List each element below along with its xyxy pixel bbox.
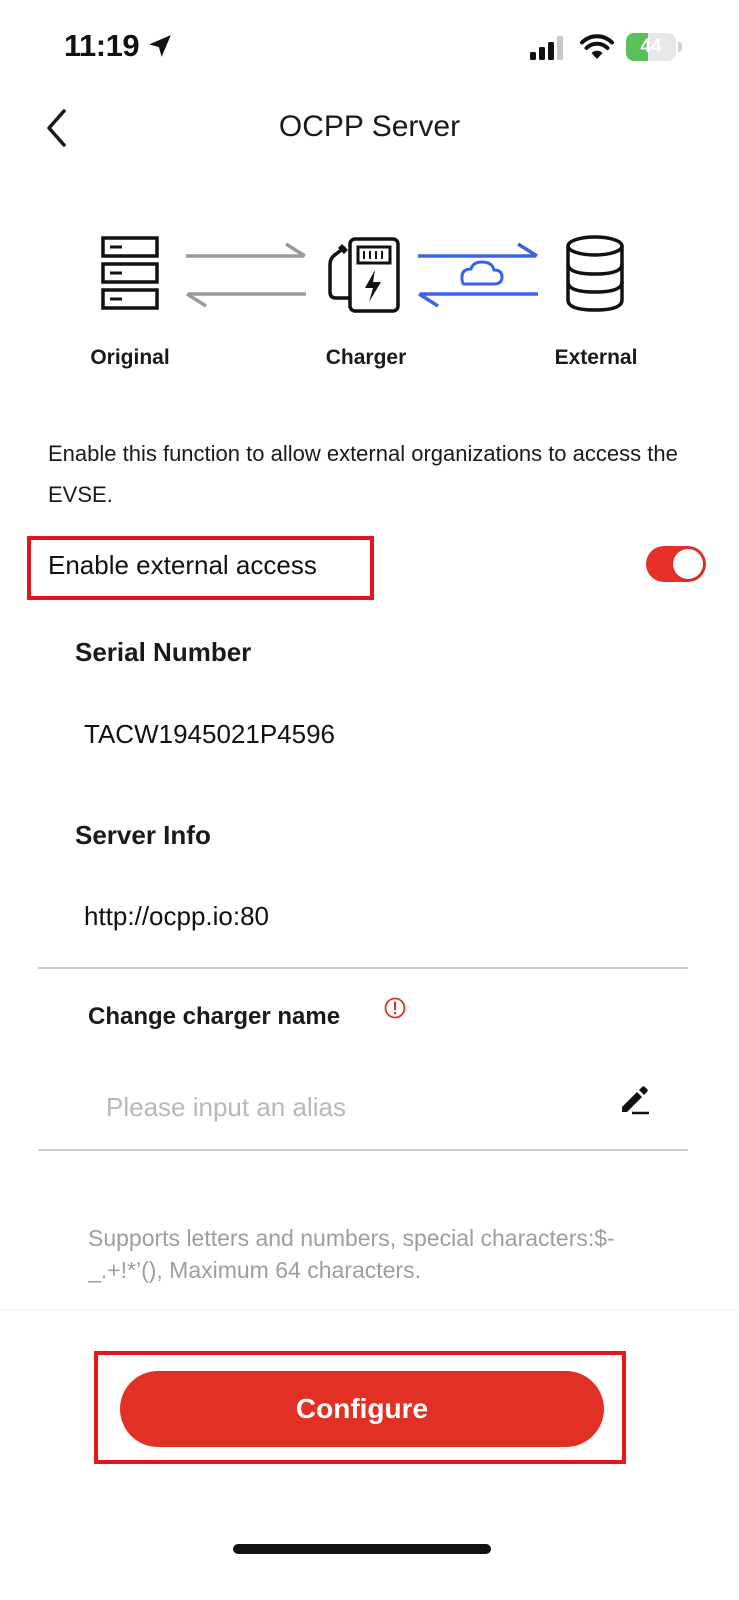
change-charger-name-heading: Change charger name — [88, 1003, 341, 1030]
server-rack-icon — [101, 236, 159, 310]
location-arrow-icon — [149, 35, 171, 57]
diagram-label-charger: Charger — [325, 346, 407, 369]
battery-level: 44 — [640, 36, 662, 57]
toggle-knob — [673, 549, 703, 579]
alias-hint: Supports letters and numbers, special ch… — [88, 1225, 615, 1283]
status-bar: 11:19 44 — [0, 0, 739, 96]
serial-number-value: TACW1945021P4596 — [84, 719, 336, 749]
footer: Configure — [0, 1310, 739, 1600]
divider-top — [38, 967, 688, 969]
serial-number-heading: Serial Number — [75, 637, 252, 667]
external-access-toggle[interactable] — [646, 546, 706, 582]
chevron-left-icon — [47, 109, 66, 147]
battery-nub — [678, 42, 682, 52]
home-indicator — [233, 1544, 491, 1554]
ev-charger-icon — [328, 237, 400, 313]
info-icon[interactable] — [384, 997, 406, 1019]
database-icon — [566, 235, 624, 312]
edit-pencil-icon[interactable] — [618, 1082, 652, 1116]
divider-bottom — [38, 1149, 688, 1151]
alias-input[interactable] — [106, 1085, 586, 1129]
server-info-value: http://ocpp.io:80 — [84, 901, 270, 931]
nav-bar: OCPP Server — [0, 96, 739, 160]
server-info-heading: Server Info — [75, 820, 211, 850]
ocpp-diagram: Original Charger External — [0, 220, 739, 390]
diagram-label-original: Original — [90, 346, 170, 369]
page-title: OCPP Server — [278, 110, 461, 143]
back-button[interactable] — [34, 106, 78, 150]
external-access-row: Enable external access — [0, 536, 739, 600]
configure-button[interactable]: Configure — [120, 1371, 604, 1447]
diagram-label-external: External — [554, 346, 638, 369]
function-description: Enable this function to allow external o… — [48, 441, 678, 507]
wifi-icon — [580, 34, 614, 59]
cloud-arrows-icon — [418, 242, 538, 308]
bidirectional-arrows-icon — [186, 242, 306, 308]
status-time: 11:19 — [64, 28, 140, 63]
battery-charging-icon: 44 — [626, 33, 676, 61]
cellular-signal-icon — [530, 36, 563, 60]
external-access-label: Enable external access — [48, 550, 317, 580]
